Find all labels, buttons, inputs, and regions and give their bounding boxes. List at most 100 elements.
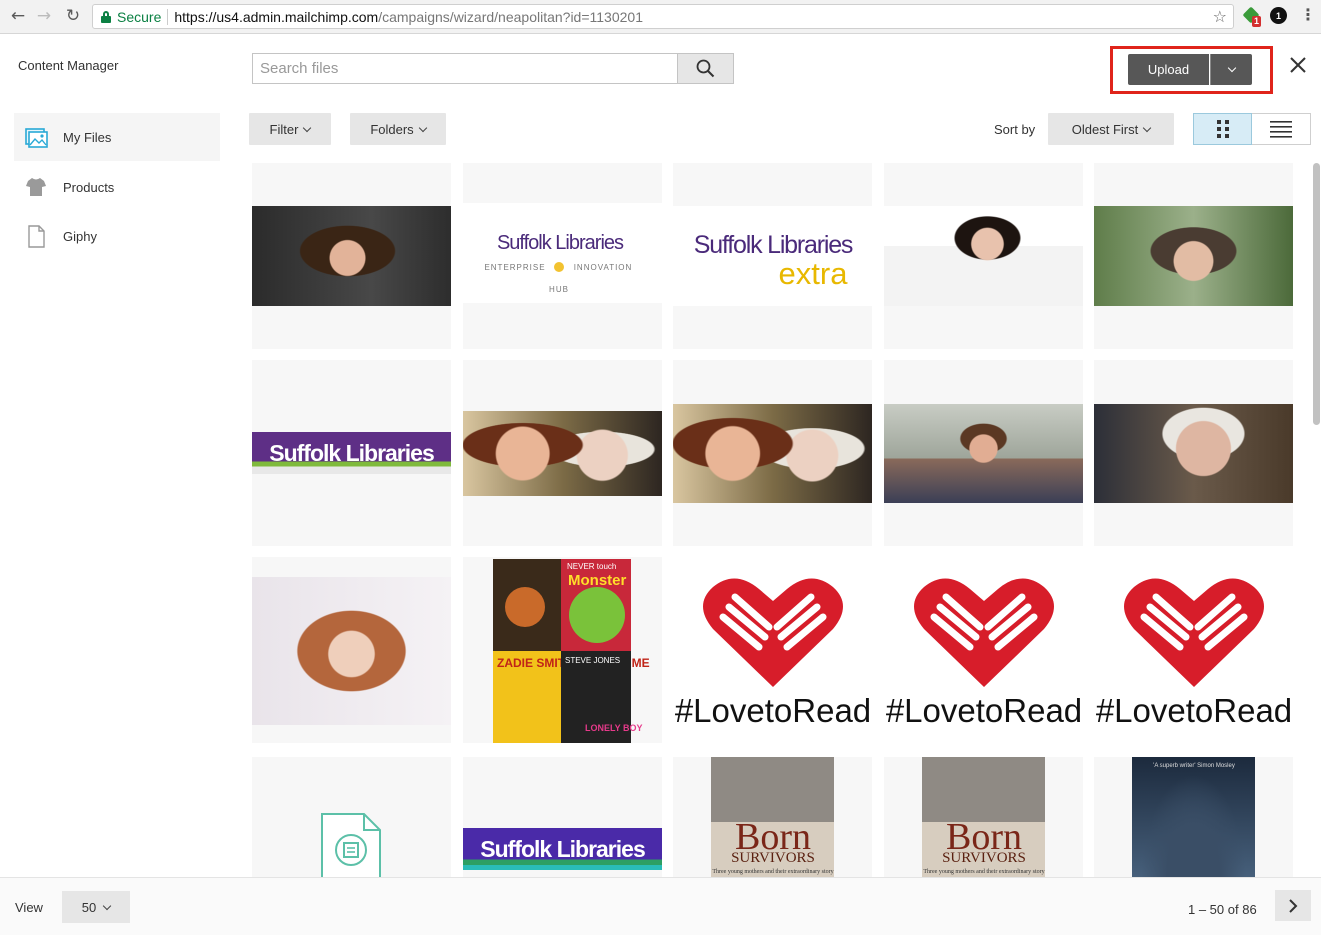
logo-title: Suffolk Libraries bbox=[497, 232, 624, 254]
url-host: https://us4.admin.mailchimp.com bbox=[174, 8, 379, 25]
file-tile[interactable]: Born SURVIVORS Three young mothers and t… bbox=[884, 757, 1083, 877]
document-icon bbox=[321, 813, 381, 877]
sidebar-item-label: Giphy bbox=[63, 228, 97, 244]
file-thumbnail: Born SURVIVORS Three young mothers and t… bbox=[922, 757, 1045, 877]
logo-title: Suffolk Libraries bbox=[694, 231, 853, 259]
upload-button[interactable]: Upload bbox=[1128, 54, 1209, 85]
profile-icon[interactable]: 1 bbox=[1270, 7, 1290, 27]
book-tagline: Three young mothers and their extraordin… bbox=[712, 869, 833, 875]
sidebar-item-products[interactable]: Products bbox=[14, 163, 220, 211]
sidebar-item-label: Products bbox=[63, 179, 115, 195]
chevron-down-icon bbox=[418, 123, 427, 132]
filter-button[interactable]: Filter bbox=[249, 113, 331, 145]
sidebar-item-giphy[interactable]: Giphy bbox=[14, 212, 220, 260]
file-tile[interactable] bbox=[252, 757, 451, 877]
per-page-value: 50 bbox=[81, 899, 97, 915]
file-thumbnail bbox=[463, 411, 662, 496]
search-icon bbox=[696, 59, 715, 78]
close-icon[interactable] bbox=[1288, 55, 1308, 75]
chevron-down-icon bbox=[102, 901, 112, 910]
file-thumbnail: Suffolk Libraries bbox=[252, 432, 451, 474]
grid-view-button[interactable] bbox=[1193, 113, 1252, 145]
file-tile[interactable] bbox=[463, 360, 662, 546]
file-tile[interactable]: Suffolk Libraries bbox=[463, 757, 662, 877]
file-thumbnail: Suffolk Libraries bbox=[463, 828, 662, 870]
logo-sub-bottom: HUB bbox=[549, 285, 569, 294]
lock-icon bbox=[101, 11, 111, 23]
url-path: /campaigns/wizard/neapolitan?id=1130201 bbox=[378, 8, 643, 25]
secure-label: Secure bbox=[117, 8, 162, 25]
banner-title: Suffolk Libraries bbox=[269, 439, 434, 466]
sidebar-item-label: My Files bbox=[63, 129, 112, 145]
grid-view-icon bbox=[1216, 120, 1229, 138]
file-thumbnail bbox=[1094, 404, 1293, 503]
book-text: LONELY BOY bbox=[585, 723, 643, 733]
scrollbar[interactable] bbox=[1313, 163, 1320, 425]
file-tile[interactable]: #LovetoRead bbox=[1094, 557, 1293, 743]
file-thumbnail: Suffolk Libraries extra bbox=[673, 206, 872, 306]
view-label: View bbox=[15, 900, 43, 915]
footer: View 50 1 – 50 of 86 bbox=[0, 877, 1321, 935]
back-icon[interactable]: ← bbox=[8, 6, 28, 26]
file-tile[interactable]: #LovetoRead bbox=[673, 557, 872, 743]
file-thumbnail bbox=[252, 206, 451, 306]
file-thumbnail: Suffolk Libraries ENTERPRISE INNOVATION … bbox=[463, 203, 662, 303]
file-tile[interactable]: 'A superb writer' Simon Mosley bbox=[1094, 757, 1293, 877]
file-icon bbox=[24, 224, 48, 248]
page-title: Content Manager bbox=[18, 58, 119, 73]
sort-by-label: Sort by bbox=[994, 122, 1036, 137]
loveread-text: #LovetoRead bbox=[886, 692, 1082, 729]
next-page-button[interactable] bbox=[1275, 890, 1311, 921]
search-button[interactable] bbox=[677, 54, 733, 83]
address-bar[interactable]: Secure https://us4.admin.mailchimp.com/c… bbox=[92, 4, 1234, 29]
file-thumbnail bbox=[1094, 206, 1293, 306]
file-tile[interactable]: Suffolk Libraries ENTERPRISE INNOVATION … bbox=[463, 163, 662, 349]
sidebar-item-my-files[interactable]: My Files bbox=[14, 113, 220, 161]
sort-select[interactable]: Oldest First bbox=[1048, 113, 1174, 145]
search-input[interactable] bbox=[253, 54, 677, 83]
file-tile[interactable] bbox=[884, 163, 1083, 349]
browser-toolbar: ← → ↻ Secure https://us4.admin.mailchimp… bbox=[0, 0, 1321, 34]
forward-icon[interactable]: → bbox=[34, 6, 54, 26]
folders-label: Folders bbox=[370, 121, 414, 137]
sort-value: Oldest First bbox=[1071, 121, 1139, 137]
file-tile[interactable]: Suffolk Libraries bbox=[252, 360, 451, 546]
loveread-text: #LovetoRead bbox=[675, 692, 871, 729]
file-tile[interactable] bbox=[1094, 163, 1293, 349]
reload-icon[interactable]: ↻ bbox=[63, 6, 83, 26]
profile-badge: 1 bbox=[1270, 7, 1287, 24]
file-tile[interactable]: Suffolk Libraries extra bbox=[673, 163, 872, 349]
book-subtitle: SURVIVORS bbox=[942, 850, 1026, 866]
browser-menu-icon[interactable]: ⋮ bbox=[1300, 5, 1316, 25]
banner-title: Suffolk Libraries bbox=[480, 835, 645, 862]
file-thumbnail: #LovetoRead bbox=[884, 557, 1083, 743]
book-text: STEVE JONES bbox=[565, 656, 620, 665]
file-tile[interactable] bbox=[884, 360, 1083, 546]
chevron-down-icon bbox=[1142, 123, 1152, 132]
file-tile[interactable] bbox=[252, 163, 451, 349]
file-tile[interactable]: Born SURVIVORS Three young mothers and t… bbox=[673, 757, 872, 877]
file-grid: Suffolk Libraries ENTERPRISE INNOVATION … bbox=[252, 163, 1294, 877]
file-tile[interactable]: NEVER touch Monster ZADIE SMITH SWING TI… bbox=[463, 557, 662, 743]
bookmark-star-icon[interactable]: ☆ bbox=[1213, 7, 1227, 26]
file-thumbnail bbox=[252, 577, 451, 725]
logo-sub-left: ENTERPRISE bbox=[484, 263, 545, 272]
per-page-select[interactable]: 50 bbox=[62, 891, 130, 923]
extension-icon[interactable]: 1 bbox=[1242, 6, 1264, 27]
file-thumbnail bbox=[673, 404, 872, 503]
file-tile[interactable]: #LovetoRead bbox=[884, 557, 1083, 743]
file-thumbnail: 'A superb writer' Simon Mosley bbox=[1132, 757, 1255, 877]
list-view-button[interactable] bbox=[1252, 113, 1311, 145]
list-view-icon bbox=[1270, 121, 1292, 138]
folders-button[interactable]: Folders bbox=[350, 113, 446, 145]
file-thumbnail bbox=[884, 206, 1083, 306]
filter-label: Filter bbox=[269, 121, 299, 137]
pagination-range: 1 – 50 of 86 bbox=[1188, 902, 1257, 917]
logo-sub-right: INNOVATION bbox=[574, 263, 633, 272]
file-tile[interactable] bbox=[252, 557, 451, 743]
file-thumbnail: Born SURVIVORS Three young mothers and t… bbox=[711, 757, 834, 877]
file-tile[interactable] bbox=[673, 360, 872, 546]
file-tile[interactable] bbox=[1094, 360, 1293, 546]
upload-options-button[interactable] bbox=[1210, 54, 1252, 85]
book-text: Monster bbox=[568, 572, 627, 589]
